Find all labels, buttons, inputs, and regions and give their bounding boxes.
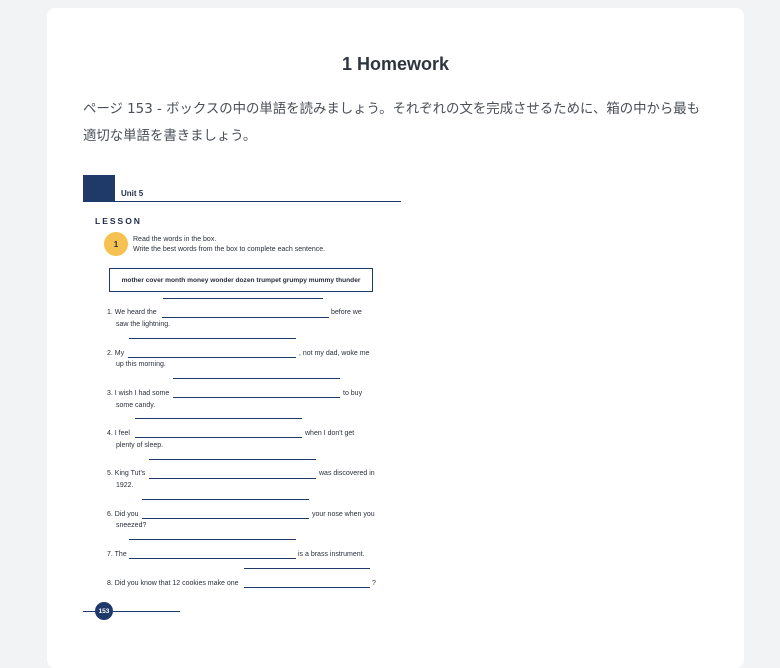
sentence-3-start: 3. I wish I had some [107,390,170,397]
sentence-1-start: 1. We heard the [107,309,157,316]
unit-label: Unit 5 [121,189,144,198]
homework-card: 1 Homework ページ 153 - ボックスの中の単語を読みましょう。それ… [47,8,744,668]
sentence-2-start: 2. My [107,350,125,357]
sentence-4-start: 4. I feel [107,430,130,437]
word-box: mother cover month money wonder dozen tr… [109,268,373,292]
answer-blank [128,357,296,358]
answer-blank [135,418,302,419]
sentence-5-start: 5. King Tut's [107,470,146,477]
answer-blank [129,539,296,540]
unit-underline [83,201,401,202]
sentence-4-mid: when I don't get [305,430,355,437]
unit-marker-block [83,175,115,201]
answer-blank [135,437,302,438]
sentence-3-end: some candy. [116,402,156,409]
sentence-1-mid: before we [331,309,362,316]
answer-blank [244,587,370,588]
worksheet-image: Unit 5 LESSON 1 Read the words in the bo… [83,175,413,620]
exercise-number-badge: 1 [104,232,128,256]
answer-blank [162,317,329,318]
sentence-3-mid: to buy [343,390,363,397]
page-rule-left [83,611,95,612]
sentence-7-start: 7. The [107,551,127,558]
sentence-5-end: 1922. [116,482,134,489]
answer-blank [173,378,340,379]
answer-blank [129,558,296,559]
directions: Read the words in the box. Write the bes… [133,235,325,255]
sentence-6-start: 6. Did you [107,511,139,518]
answer-blank [244,568,370,569]
sentence-4-end: plenty of sleep. [116,442,164,449]
answer-blank [149,478,316,479]
answer-blank [163,298,323,299]
sentence-5-mid: was discovered in [319,470,375,477]
sentence-2-mid: , not my dad, woke me [299,350,370,357]
page-number-badge: 153 [95,602,113,620]
answer-blank [129,338,296,339]
sentence-8-start: 8. Did you know that 12 cookies make one [107,580,239,587]
answer-blank [142,518,309,519]
page-title: 1 Homework [341,54,450,74]
direction-line: Read the words in the box. [133,236,217,243]
direction-line: Write the best words from the box to com… [133,246,326,253]
sentence-2-end: up this morning. [116,361,166,368]
sentence-6-mid: your nose when you [312,511,375,518]
answer-blank [142,499,309,500]
instruction-text: ページ 153 - ボックスの中の単語を読みましょう。それぞれの文を完成させるた… [83,102,701,144]
sentence-7-mid: is a brass instrument. [298,551,365,558]
sentence-1-end: saw the lightning. [116,321,171,328]
page-rule-right [113,611,180,612]
answer-blank [149,459,316,460]
lesson-label: LESSON [95,216,142,226]
answer-blank [173,397,340,398]
sentence-8-end: ? [372,580,376,587]
sentence-6-end: sneezed? [116,522,147,529]
